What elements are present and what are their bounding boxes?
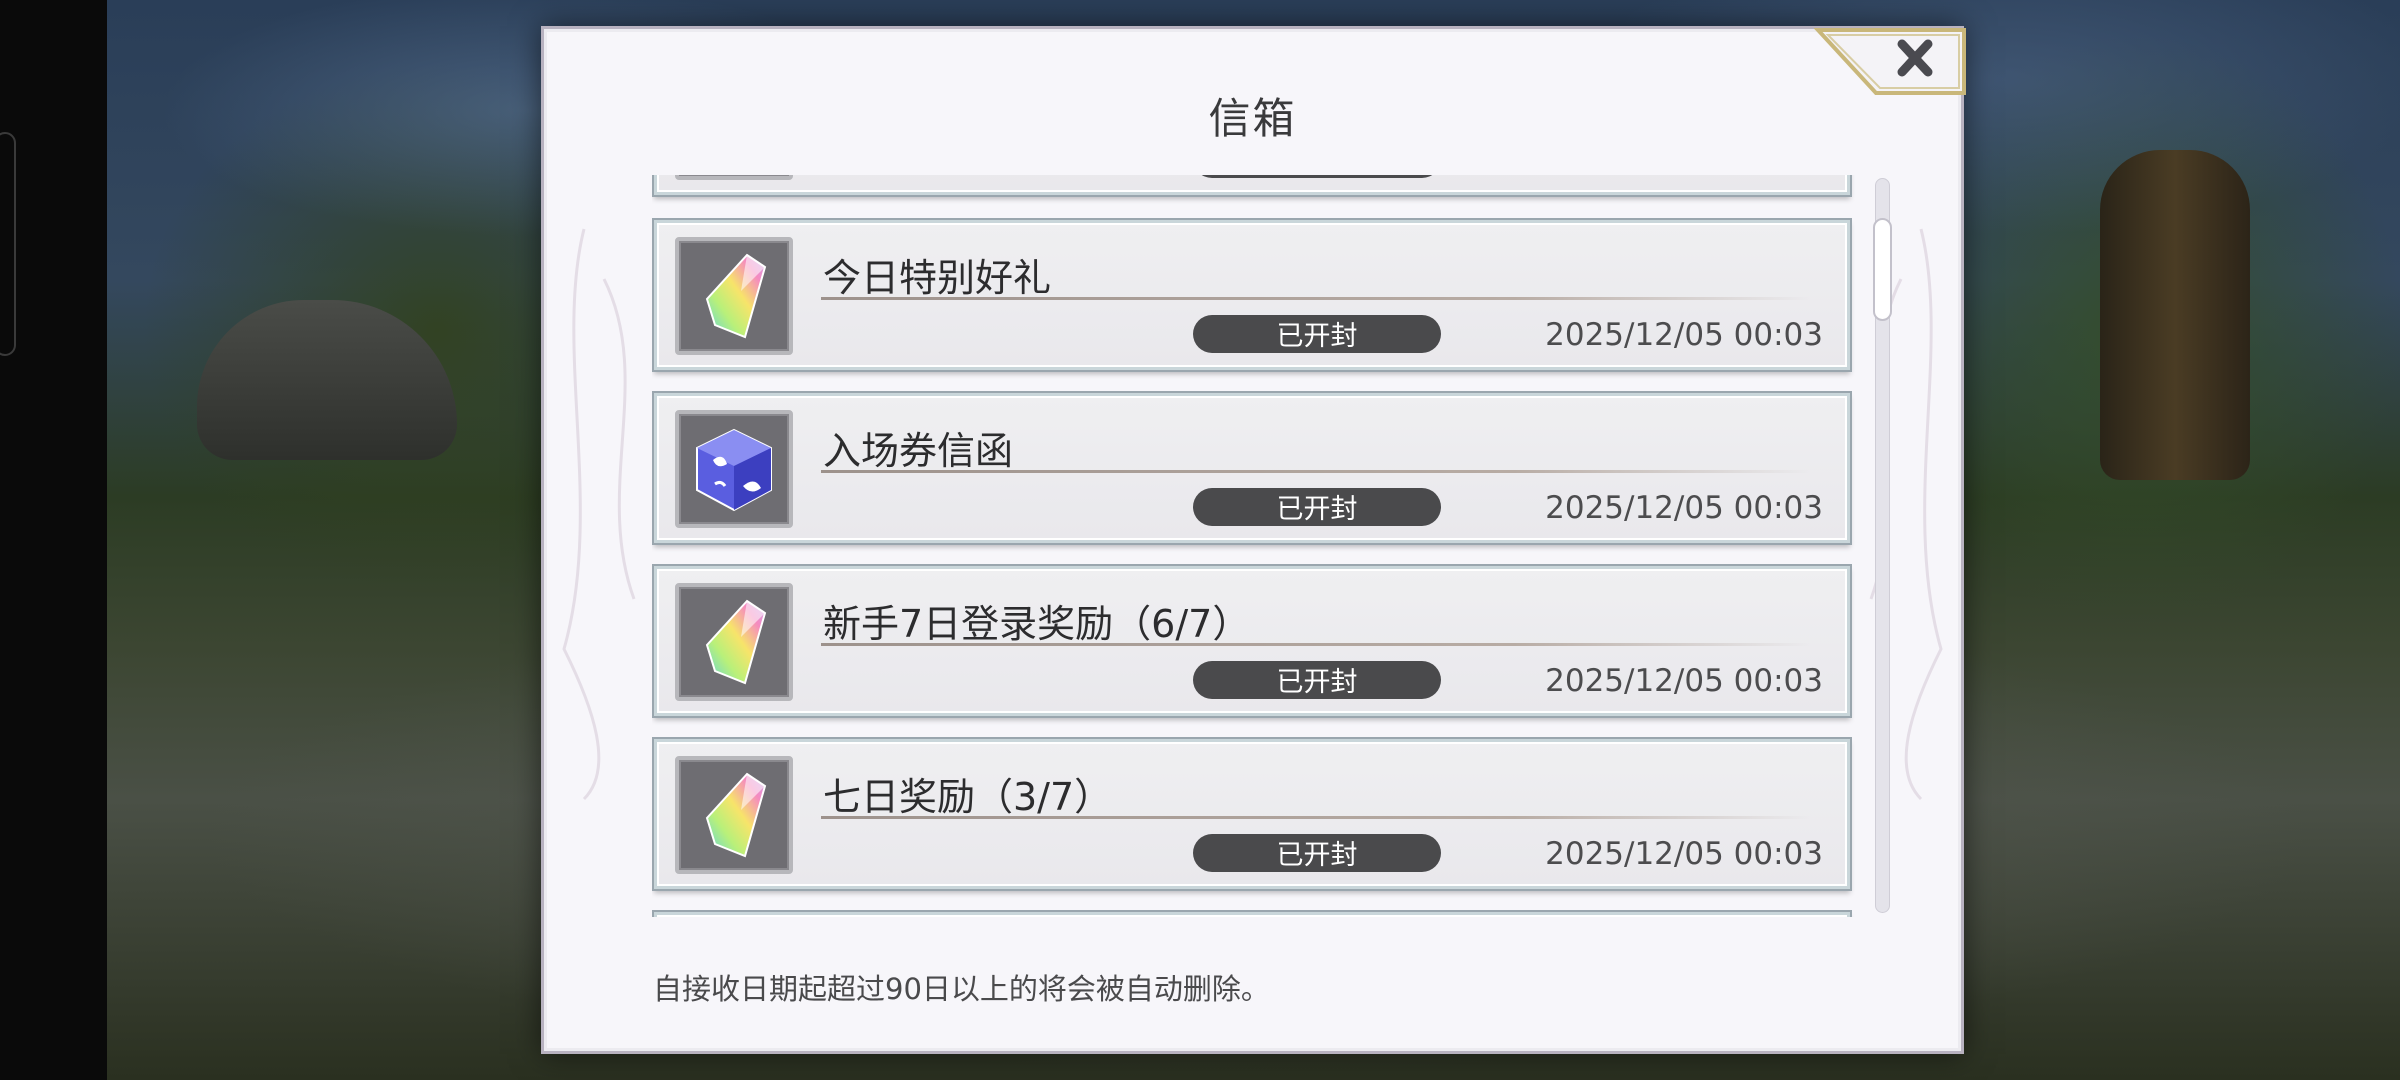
scrollbar-thumb[interactable] bbox=[1873, 218, 1892, 321]
status-badge: 已开封 bbox=[1193, 834, 1441, 872]
mail-date: 2025/12/05 00:03 bbox=[1545, 663, 1823, 699]
close-button[interactable] bbox=[1814, 28, 1966, 95]
status-badge: 已开封 bbox=[1193, 315, 1441, 353]
mail-icon-frame bbox=[675, 237, 793, 355]
rainbow-crystal-icon bbox=[705, 599, 767, 685]
mail-icon-frame bbox=[675, 175, 793, 180]
blue-ticket-cube-icon bbox=[696, 428, 772, 512]
status-badge: 已开封 bbox=[1193, 661, 1441, 699]
mail-title: 入场券信函 bbox=[823, 429, 1014, 473]
title-divider bbox=[821, 643, 1811, 646]
mail-title: 新手7日登录奖励（6/7） bbox=[823, 602, 1251, 646]
mail-card[interactable]: 七日奖励（3/7） 已开封 2025/12/05 00:03 bbox=[654, 739, 1850, 889]
mail-date: 2025/12/05 00:03 bbox=[1545, 317, 1823, 353]
mail-card[interactable]: 新手7日登录奖励（6/7） 已开封 2025/12/05 00:03 bbox=[654, 566, 1850, 716]
mail-card-partial-bottom[interactable] bbox=[654, 912, 1850, 917]
mail-title: 七日奖励（3/7） bbox=[823, 775, 1113, 819]
device-edge bbox=[0, 132, 16, 356]
mail-icon-frame bbox=[675, 583, 793, 701]
mail-icon-frame bbox=[675, 410, 793, 528]
auto-delete-notice: 自接收日期起超过90日以上的将会被自动删除。 bbox=[653, 972, 1270, 1006]
mail-card[interactable]: 今日特别好礼 已开封 2025/12/05 00:03 bbox=[654, 220, 1850, 370]
mail-title: 今日特别好礼 bbox=[823, 256, 1052, 300]
title-divider bbox=[821, 297, 1811, 300]
mail-date: 2025/12/05 00:03 bbox=[1545, 836, 1823, 872]
mail-card-partial-top[interactable] bbox=[654, 175, 1850, 195]
background-rock bbox=[197, 300, 457, 460]
status-badge: 已开封 bbox=[1193, 488, 1441, 526]
title-divider bbox=[821, 816, 1811, 819]
mail-card[interactable]: 入场券信函 已开封 2025/12/05 00:03 bbox=[654, 393, 1850, 543]
title-divider bbox=[821, 470, 1811, 473]
rainbow-crystal-icon bbox=[705, 253, 767, 339]
rainbow-crystal-icon bbox=[705, 772, 767, 858]
dialog-title: 信箱 bbox=[1208, 94, 1297, 143]
close-icon bbox=[1814, 28, 1966, 95]
status-badge bbox=[1193, 175, 1441, 178]
mail-list[interactable]: 今日特别好礼 已开封 2025/12/05 00:03 入场券信函 已开封 20… bbox=[652, 175, 1858, 917]
mail-icon-frame bbox=[675, 756, 793, 874]
background-tree bbox=[2100, 150, 2250, 480]
mail-date: 2025/12/05 00:03 bbox=[1545, 490, 1823, 526]
